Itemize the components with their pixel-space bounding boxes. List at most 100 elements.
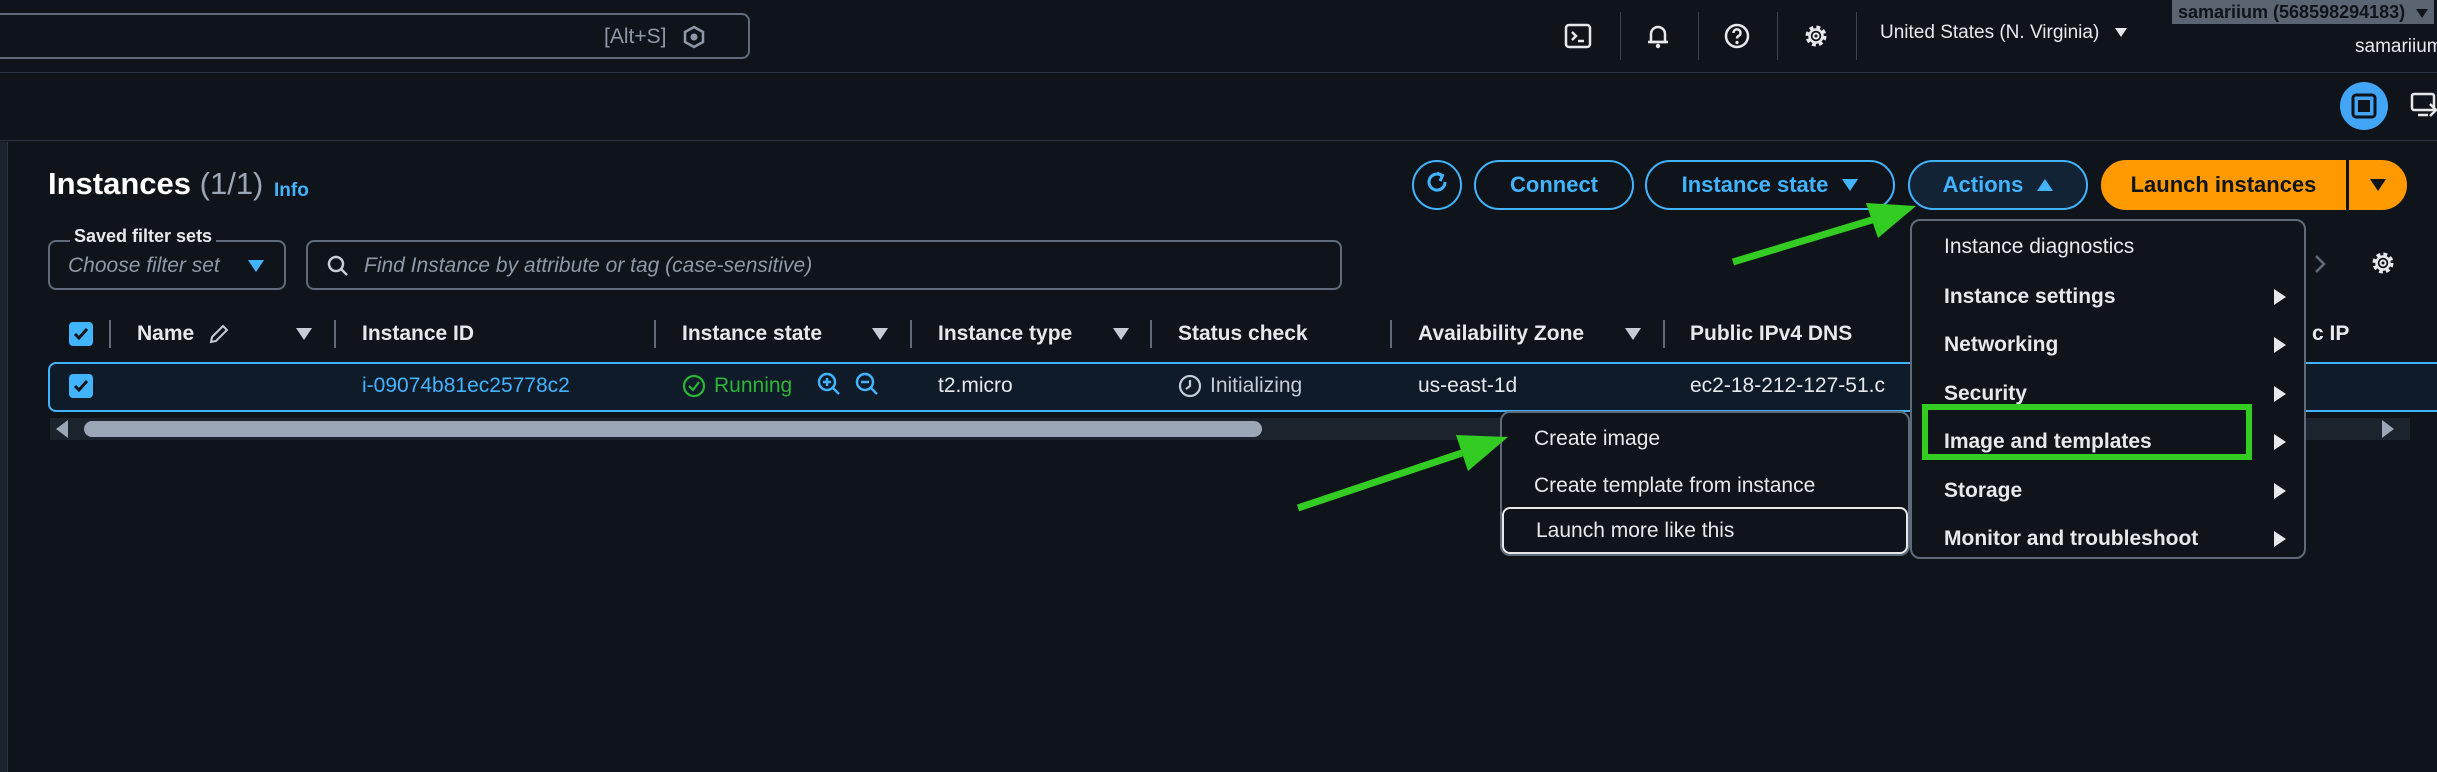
column-header-instance-id[interactable]: Instance ID	[362, 322, 474, 346]
column-header-name[interactable]: Name	[137, 322, 194, 346]
account-id: samariium (568598294183)	[2178, 2, 2406, 22]
image-and-templates-submenu: Create image Create template from instan…	[1500, 411, 1910, 556]
search-icon	[326, 254, 350, 283]
chevron-right-icon[interactable]	[2310, 252, 2330, 281]
panel-layout-icon[interactable]	[2340, 82, 2388, 130]
submenu-item-label: Launch more like this	[1536, 518, 1735, 542]
submenu-arrow-icon	[2274, 337, 2286, 353]
caret-down-icon	[2114, 28, 2127, 38]
column-header-public-ipv4-dns[interactable]: Public IPv4 DNS	[1690, 322, 1852, 346]
submenu-item-launch-more-like-this[interactable]: Launch more like this	[1502, 507, 1908, 554]
column-separator	[109, 320, 111, 348]
zoom-in-icon[interactable]	[816, 371, 842, 402]
connect-button-label: Connect	[1510, 172, 1598, 197]
settings-gear-icon[interactable]	[1796, 16, 1836, 56]
submenu-arrow-icon	[2274, 483, 2286, 499]
annotation-arrow-create-image	[1296, 435, 1508, 512]
zoom-out-icon[interactable]	[854, 371, 880, 402]
sort-caret-icon[interactable]	[1113, 328, 1129, 340]
submenu-item-label: Create template from instance	[1534, 474, 1816, 497]
saved-filter-sets-select[interactable]: Saved filter sets Choose filter set	[48, 226, 286, 290]
column-header-instance-state[interactable]: Instance state	[682, 322, 822, 346]
scrollbar-thumb[interactable]	[84, 421, 1262, 437]
annotation-arrow-actions	[1731, 203, 1916, 266]
menu-item-label: Networking	[1944, 333, 2059, 356]
cloudshell-icon[interactable]	[1558, 16, 1598, 56]
submenu-item-create-template[interactable]: Create template from instance	[1502, 462, 1908, 510]
menu-item-storage[interactable]: Storage	[1912, 467, 2304, 515]
status-check-value: Initializing	[1210, 374, 1303, 397]
column-header-public-ip[interactable]: c IP	[2312, 322, 2349, 346]
actions-button-label: Actions	[1942, 172, 2024, 197]
region-label: United States (N. Virginia)	[1880, 22, 2100, 43]
global-search-input[interactable]: h [Alt+S]	[0, 13, 750, 59]
select-all-checkbox[interactable]	[69, 322, 93, 346]
column-separator	[910, 320, 912, 348]
caret-down-icon	[2370, 179, 2386, 191]
menu-item-networking[interactable]: Networking	[1912, 321, 2304, 369]
row-checkbox[interactable]	[69, 374, 93, 398]
menu-item-instance-settings[interactable]: Instance settings	[1912, 273, 2304, 321]
caret-up-icon	[2037, 179, 2054, 191]
column-separator	[334, 320, 336, 348]
notifications-bell-icon[interactable]	[1638, 16, 1678, 56]
launch-instances-button[interactable]: Launch instances	[2101, 160, 2346, 210]
instance-state-button[interactable]: Instance state	[1645, 160, 1895, 210]
caret-down-icon	[2416, 8, 2429, 18]
annotation-highlight-box	[1922, 404, 2252, 460]
scroll-left-icon[interactable]	[56, 420, 68, 438]
account-user-name: samariium	[2355, 36, 2437, 57]
help-icon[interactable]	[1717, 16, 1757, 56]
left-navigation-rail[interactable]	[0, 142, 8, 772]
search-shortcut-hint: [Alt+S]	[604, 25, 667, 48]
column-separator	[1150, 320, 1152, 348]
menu-item-label: Instance settings	[1944, 285, 2116, 308]
submenu-arrow-icon	[2274, 434, 2286, 450]
column-header-availability-zone[interactable]: Availability Zone	[1418, 322, 1584, 346]
divider	[1856, 12, 1857, 60]
instance-id-link[interactable]: i-09074b81ec25778c2	[362, 374, 570, 398]
menu-item-label: Security	[1944, 382, 2027, 405]
clock-icon	[1178, 374, 1202, 403]
console-subbar	[0, 74, 2437, 141]
screen-share-icon[interactable]	[2410, 90, 2437, 125]
submenu-item-label: Create image	[1534, 427, 1661, 450]
account-menu[interactable]: samariium (568598294183)	[2172, 0, 2435, 24]
submenu-item-create-image[interactable]: Create image	[1502, 415, 1908, 463]
divider	[1698, 12, 1699, 60]
instance-filter-input[interactable]: Find Instance by attribute or tag (case-…	[306, 240, 1342, 290]
menu-item-label: Monitor and troubleshoot	[1944, 527, 2199, 550]
instance-state-button-label: Instance state	[1681, 172, 1829, 197]
info-link[interactable]: Info	[274, 180, 309, 202]
menu-item-instance-diagnostics[interactable]: Instance diagnostics	[1912, 223, 2304, 271]
search-shortcut-icon	[682, 25, 706, 54]
page-title-text: Instances	[48, 166, 192, 201]
column-header-instance-type[interactable]: Instance type	[938, 322, 1072, 346]
availability-zone-value: us-east-1d	[1418, 374, 1518, 397]
caret-down-icon	[248, 260, 264, 272]
page-title: Instances (1/1)	[48, 166, 263, 202]
saved-filter-sets-label: Saved filter sets	[70, 226, 217, 247]
table-preferences-gear-icon[interactable]	[2368, 248, 2398, 283]
column-separator	[1390, 320, 1392, 348]
launch-instances-dropdown[interactable]	[2349, 160, 2407, 210]
caret-down-icon	[1842, 179, 1859, 191]
launch-instances-label: Launch instances	[2130, 172, 2317, 197]
running-check-icon	[682, 374, 706, 403]
refresh-button[interactable]	[1412, 160, 1462, 210]
scroll-right-icon[interactable]	[2382, 420, 2394, 438]
menu-item-label: Instance diagnostics	[1944, 235, 2135, 258]
actions-button[interactable]: Actions	[1908, 160, 2088, 210]
actions-dropdown-menu: Instance diagnostics Instance settings N…	[1910, 219, 2306, 559]
instance-type-value: t2.micro	[938, 374, 1013, 397]
sort-caret-icon[interactable]	[872, 328, 888, 340]
submenu-arrow-icon	[2274, 386, 2286, 402]
refresh-icon	[1423, 168, 1451, 202]
menu-item-monitor-and-troubleshoot[interactable]: Monitor and troubleshoot	[1912, 515, 2304, 563]
connect-button[interactable]: Connect	[1474, 160, 1634, 210]
divider	[1777, 12, 1778, 60]
column-header-status-check[interactable]: Status check	[1178, 322, 1308, 346]
sort-caret-icon[interactable]	[1625, 328, 1641, 340]
sort-caret-icon[interactable]	[296, 328, 312, 340]
region-selector[interactable]: United States (N. Virginia)	[1880, 22, 2127, 44]
